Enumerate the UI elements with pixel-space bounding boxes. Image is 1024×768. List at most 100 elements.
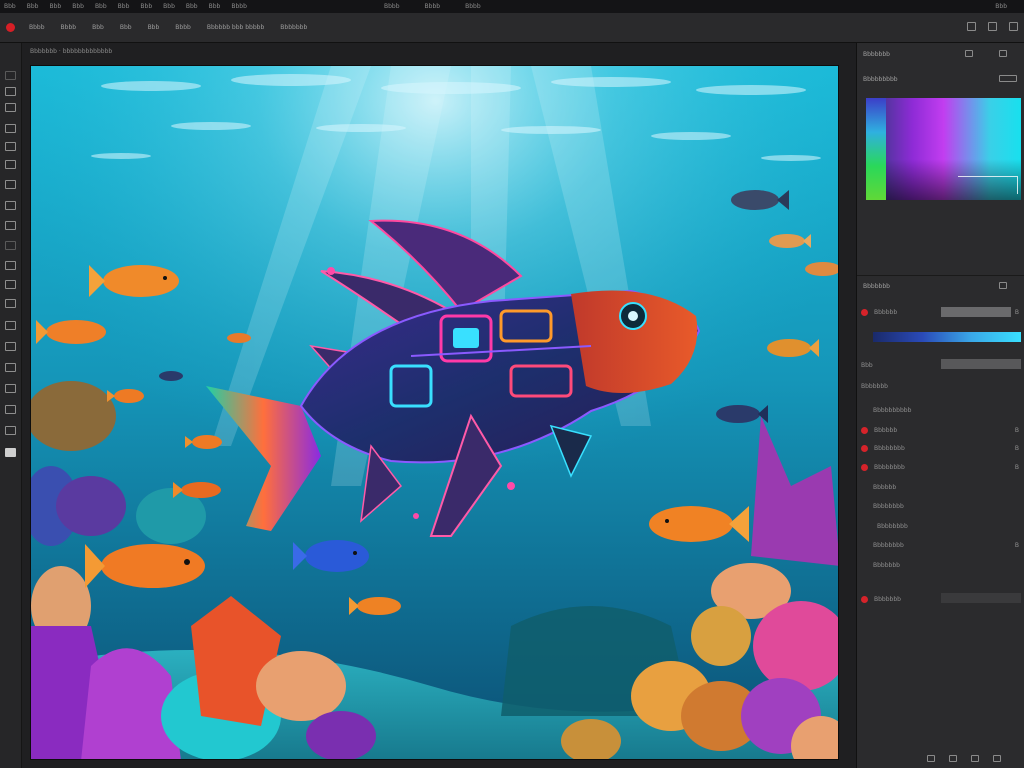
folder-icon[interactable]: [971, 755, 979, 762]
lasso-tool-icon[interactable]: [5, 103, 16, 112]
adjustments-panel-tab[interactable]: Bbbbbbb: [863, 283, 890, 290]
shape-tool-icon[interactable]: [5, 405, 16, 414]
adjust-row-12[interactable]: Bbbbbbbb B: [861, 539, 1021, 551]
record-icon[interactable]: [6, 23, 15, 32]
menu-item-6[interactable]: Bbb: [118, 3, 130, 10]
tools-panel: [0, 43, 22, 768]
color-swatch-icon[interactable]: [5, 448, 16, 457]
new-layer-icon[interactable]: [927, 755, 935, 762]
adjust-row-8[interactable]: Bbbbbbbb B: [861, 461, 1021, 473]
trash-icon[interactable]: [993, 755, 1001, 762]
pen-tool-icon[interactable]: [5, 342, 16, 351]
adjust-label: Bbbbbbbbbb: [873, 406, 912, 414]
menu-item-7[interactable]: Bbb: [140, 3, 152, 10]
panel-icon[interactable]: [988, 22, 997, 31]
adjust-row-5[interactable]: Bbbbbbbbbb: [861, 404, 1021, 416]
visibility-icon[interactable]: [861, 308, 868, 316]
eyedropper-tool-icon[interactable]: [5, 160, 16, 169]
panel-menu-icon[interactable]: [999, 50, 1007, 57]
adjust-row-4[interactable]: Bbbbbbb: [861, 380, 1021, 392]
marquee-tool-icon[interactable]: [5, 87, 16, 96]
menu-item-8[interactable]: Bbb: [163, 3, 175, 10]
visibility-icon[interactable]: [861, 463, 868, 471]
layers-icon[interactable]: [1009, 22, 1018, 31]
adjust-value: B: [1014, 444, 1019, 452]
adjust-value: B: [1014, 426, 1019, 434]
right-panels: Bbbbbbb Bbbbbbbbb Bbbbbbb Bbbbbb B Bbb B…: [856, 43, 1024, 768]
menu-item-2[interactable]: Bbb: [27, 3, 39, 10]
menu-item-11[interactable]: Bbbb: [231, 3, 247, 10]
menu-right-item[interactable]: Bbb: [995, 3, 1007, 10]
visibility-icon[interactable]: [861, 595, 868, 603]
adjust-label: Bbbbbbbb: [874, 444, 905, 452]
brush-tool-icon[interactable]: [5, 201, 16, 210]
menu-center-1[interactable]: Bbbb: [384, 3, 400, 10]
heal-tool-icon[interactable]: [5, 180, 16, 189]
adjust-label: Bbbbbbbb: [873, 541, 904, 549]
dodge-tool-icon[interactable]: [5, 321, 16, 330]
adjust-row-10[interactable]: Bbbbbbbb: [861, 500, 1021, 512]
menu-item-3[interactable]: Bbb: [49, 3, 61, 10]
adjust-label: Bbbbbbbb: [874, 463, 905, 471]
color-subtab[interactable]: Bbbbbbbbb: [863, 76, 898, 83]
menu-item-5[interactable]: Bbb: [95, 3, 107, 10]
adjust-label: Bbbbbb: [874, 308, 898, 316]
menu-center-group: Bbbb Bbbb Bbbb: [384, 3, 492, 10]
visibility-icon[interactable]: [861, 426, 868, 434]
menu-item-1[interactable]: Bbb: [4, 3, 16, 10]
adjust-row-11[interactable]: Bbbbbbbb: [861, 520, 1021, 532]
adjust-row-13[interactable]: Bbbbbbb: [861, 559, 1021, 571]
option-2[interactable]: Bbbb: [61, 24, 77, 31]
crop-tool-icon[interactable]: [5, 142, 16, 151]
menu-center-3[interactable]: Bbbb: [465, 3, 481, 10]
mask-icon[interactable]: [949, 755, 957, 762]
menu-item-9[interactable]: Bbb: [186, 3, 198, 10]
wand-tool-icon[interactable]: [5, 124, 16, 133]
adjust-label: Bbbbbb: [874, 426, 898, 434]
history-brush-tool-icon[interactable]: [5, 241, 16, 250]
gradient-slider[interactable]: [873, 332, 1021, 342]
adjust-row-7[interactable]: Bbbbbbbb B: [861, 442, 1021, 454]
adjust-panel-menu-icon[interactable]: [999, 282, 1007, 289]
hand-tool-icon[interactable]: [5, 426, 16, 435]
color-mode-icon[interactable]: [999, 75, 1017, 82]
panel-expand-icon[interactable]: [965, 50, 973, 57]
window-icon[interactable]: [967, 22, 976, 31]
menu-item-10[interactable]: Bbb: [209, 3, 221, 10]
slider-track[interactable]: [941, 359, 1021, 369]
slider-track[interactable]: [941, 307, 1011, 317]
option-7[interactable]: Bbbbbb bbb bbbbb: [207, 24, 264, 31]
eraser-tool-icon[interactable]: [5, 261, 16, 270]
adjust-row-6[interactable]: Bbbbbb B: [861, 424, 1021, 436]
move-tool-icon[interactable]: [5, 71, 16, 80]
color-picker[interactable]: [866, 98, 1021, 200]
adjust-label: Bbbbbbb: [874, 595, 901, 603]
hue-slider[interactable]: [866, 98, 886, 200]
option-4[interactable]: Bbb: [120, 24, 132, 31]
menu-bar: Bbb Bbb Bbb Bbb Bbb Bbb Bbb Bbb Bbb Bbb …: [0, 0, 1024, 13]
slider-track[interactable]: [941, 593, 1021, 603]
adjust-label: Bbbbbbbb: [877, 522, 908, 530]
gradient-tool-icon[interactable]: [5, 280, 16, 289]
option-3[interactable]: Bbb: [92, 24, 104, 31]
option-8[interactable]: Bbbbbbb: [280, 24, 307, 31]
color-panel-tab[interactable]: Bbbbbbb: [863, 51, 890, 58]
menu-center-2[interactable]: Bbbb: [425, 3, 441, 10]
adjust-value: B: [1014, 541, 1019, 549]
adjust-value: B: [1014, 463, 1019, 471]
type-tool-icon[interactable]: [5, 363, 16, 372]
option-6[interactable]: Bbbb: [175, 24, 191, 31]
path-tool-icon[interactable]: [5, 384, 16, 393]
adjust-label: Bbbbbbb: [861, 382, 888, 390]
option-5[interactable]: Bbb: [148, 24, 160, 31]
visibility-icon[interactable]: [861, 444, 868, 452]
adjust-label: Bbbbbb: [873, 483, 897, 491]
adjust-label: Bbbbbbb: [873, 561, 900, 569]
menu-item-4[interactable]: Bbb: [72, 3, 84, 10]
option-1[interactable]: Bbbb: [29, 24, 45, 31]
blur-tool-icon[interactable]: [5, 299, 16, 308]
adjust-row-9[interactable]: Bbbbbb: [861, 481, 1021, 493]
canvas[interactable]: [30, 65, 839, 760]
document-tab[interactable]: Bbbbbbb · bbbbbbbbbbbbb: [30, 48, 112, 55]
stamp-tool-icon[interactable]: [5, 221, 16, 230]
